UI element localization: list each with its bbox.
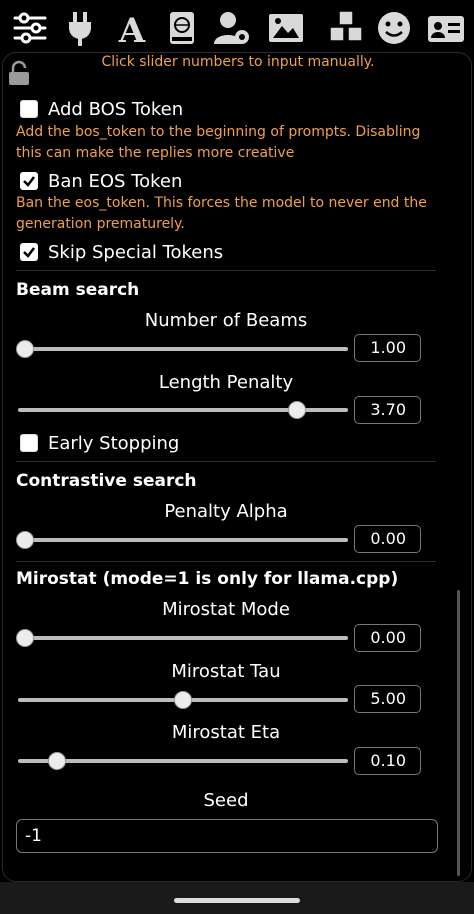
mirostat-mode-number-input[interactable]: 0.00 [354,624,421,652]
seed-input[interactable]: -1 [16,819,438,853]
book-globe-icon[interactable] [162,8,202,48]
ban-eos-label: Ban EOS Token [48,170,183,192]
seed-label: Seed [203,790,249,811]
length-penalty-slider-thumb[interactable] [287,401,306,419]
penalty-alpha-label: Penalty Alpha [164,501,288,522]
mirostat-mode-label: Mirostat Mode [162,599,290,620]
early-stopping-checkbox-row[interactable]: Early Stopping [20,430,179,456]
mirostat-mode-slider-thumb[interactable] [16,629,34,647]
ban-eos-checkbox[interactable] [20,172,38,190]
mirostat-eta-slider-track[interactable] [18,759,348,763]
skip-special-checkbox-row[interactable]: Skip Special Tokens [20,239,223,265]
svg-text:A: A [118,11,146,48]
check-icon [23,176,35,187]
id-card-icon[interactable] [426,8,466,48]
top-toolbar: A [0,0,474,56]
add-bos-description: Add the bos_token to the beginning of pr… [16,124,421,161]
skip-special-label: Skip Special Tokens [48,241,224,263]
mirostat-heading: Mirostat (mode=1 is only for llama.cpp) [16,569,399,589]
divider [16,461,436,462]
home-indicator[interactable] [174,898,300,903]
early-stopping-checkbox[interactable] [20,434,38,452]
mirostat-tau-number-input[interactable]: 5.00 [354,685,421,713]
smiley-icon[interactable] [374,8,414,48]
mirostat-eta-label: Mirostat Eta [171,722,281,743]
penalty-alpha-slider-track[interactable] [18,538,348,542]
cubes-icon[interactable] [326,8,366,48]
mirostat-tau-label: Mirostat Tau [171,661,281,682]
num-beams-label: Number of Beams [144,310,308,331]
mirostat-eta-slider-thumb[interactable] [47,752,66,770]
sliders-icon[interactable] [10,8,50,48]
num-beams-number-input[interactable]: 1.00 [354,334,421,362]
divider [16,270,436,271]
length-penalty-label: Length Penalty [158,372,294,393]
num-beams-slider-thumb[interactable] [16,340,34,358]
early-stopping-label: Early Stopping [48,432,180,454]
font-icon[interactable]: A [112,8,152,51]
add-bos-checkbox[interactable] [20,100,38,118]
penalty-alpha-slider-thumb[interactable] [16,531,34,549]
image-icon[interactable] [266,8,306,48]
mirostat-mode-slider-track[interactable] [18,636,348,640]
scrollbar[interactable] [457,590,460,876]
skip-special-checkbox[interactable] [20,243,38,261]
user-gear-icon[interactable] [212,8,252,48]
beam-search-heading: Beam search [16,280,140,300]
divider [16,561,436,562]
plug-icon[interactable] [60,8,100,48]
unlock-icon[interactable] [8,60,30,86]
ban-eos-checkbox-row[interactable]: Ban EOS Token [20,168,182,194]
num-beams-slider-track[interactable] [18,347,348,351]
add-bos-checkbox-row[interactable]: Add BOS Token [20,96,183,122]
mirostat-tau-slider-thumb[interactable] [174,691,192,709]
contrastive-search-heading: Contrastive search [16,471,197,491]
mirostat-eta-number-input[interactable]: 0.10 [354,747,421,775]
penalty-alpha-number-input[interactable]: 0.00 [354,525,421,553]
ban-eos-description: Ban the eos_token. This forces the model… [16,195,427,232]
add-bos-label: Add BOS Token [48,98,184,120]
manual-input-hint: Click slider numbers to input manually. [101,54,375,70]
check-icon [23,247,35,258]
length-penalty-number-input[interactable]: 3.70 [354,396,421,424]
